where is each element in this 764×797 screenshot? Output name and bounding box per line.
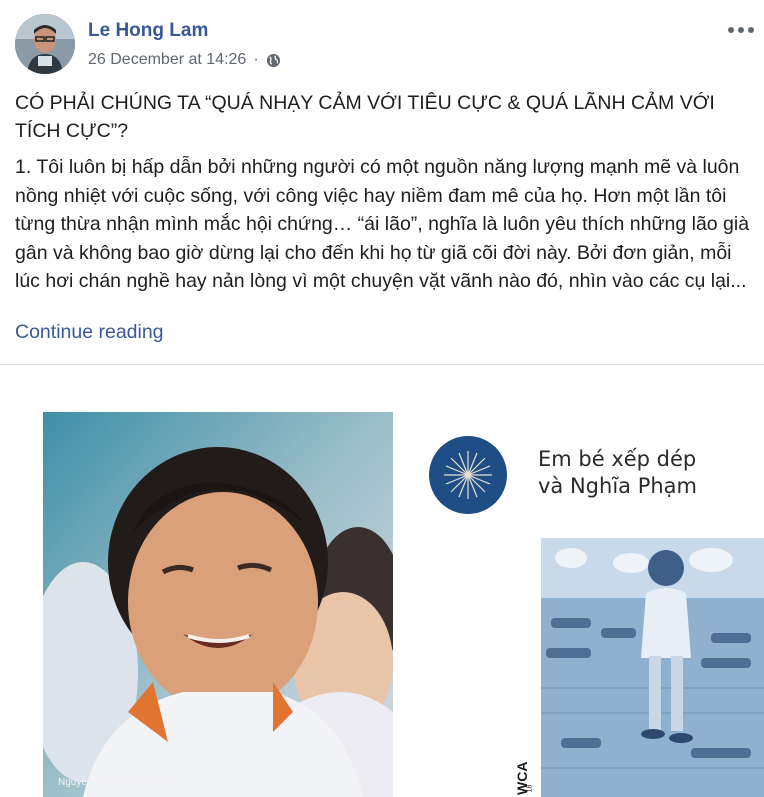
book-title-line: Em bé xếp dép bbox=[538, 447, 697, 471]
book-title-line: và Nghĩa Phạm bbox=[538, 474, 697, 498]
avatar-image bbox=[15, 14, 75, 74]
publisher-logo-icon bbox=[429, 436, 507, 514]
more-dot bbox=[748, 27, 754, 33]
child-sandals-photo bbox=[541, 538, 764, 797]
publisher-mark-number: 18 bbox=[526, 784, 534, 793]
post-timestamp[interactable]: 26 December at 14:26 bbox=[88, 51, 246, 69]
photo-credit: Nguyễn Danh Thành Đạt bbox=[58, 777, 169, 788]
post-body: 1. Tôi luôn bị hấp dẫn bởi những người c… bbox=[15, 156, 750, 292]
post-meta: 26 December at 14:26 · bbox=[88, 51, 281, 69]
globe-icon[interactable] bbox=[266, 53, 281, 68]
publisher-mark: WCA 18 bbox=[500, 745, 534, 797]
children-photo bbox=[43, 412, 393, 797]
post-title: CÓ PHẢI CHÚNG TA “QUÁ NHẠY CẢM VỚI TIÊU … bbox=[15, 92, 715, 142]
post-header: Le Hong Lam 26 December at 14:26 · bbox=[15, 14, 760, 78]
more-dot bbox=[728, 27, 734, 33]
book-title: Em bé xếp dép và Nghĩa Phạm bbox=[538, 446, 697, 500]
more-dot bbox=[738, 27, 744, 33]
continue-reading-link[interactable]: Continue reading bbox=[15, 321, 164, 344]
author-avatar[interactable] bbox=[15, 14, 75, 74]
meta-separator: · bbox=[253, 51, 259, 68]
author-name[interactable]: Le Hong Lam bbox=[88, 20, 208, 42]
more-options-icon[interactable] bbox=[728, 22, 754, 38]
